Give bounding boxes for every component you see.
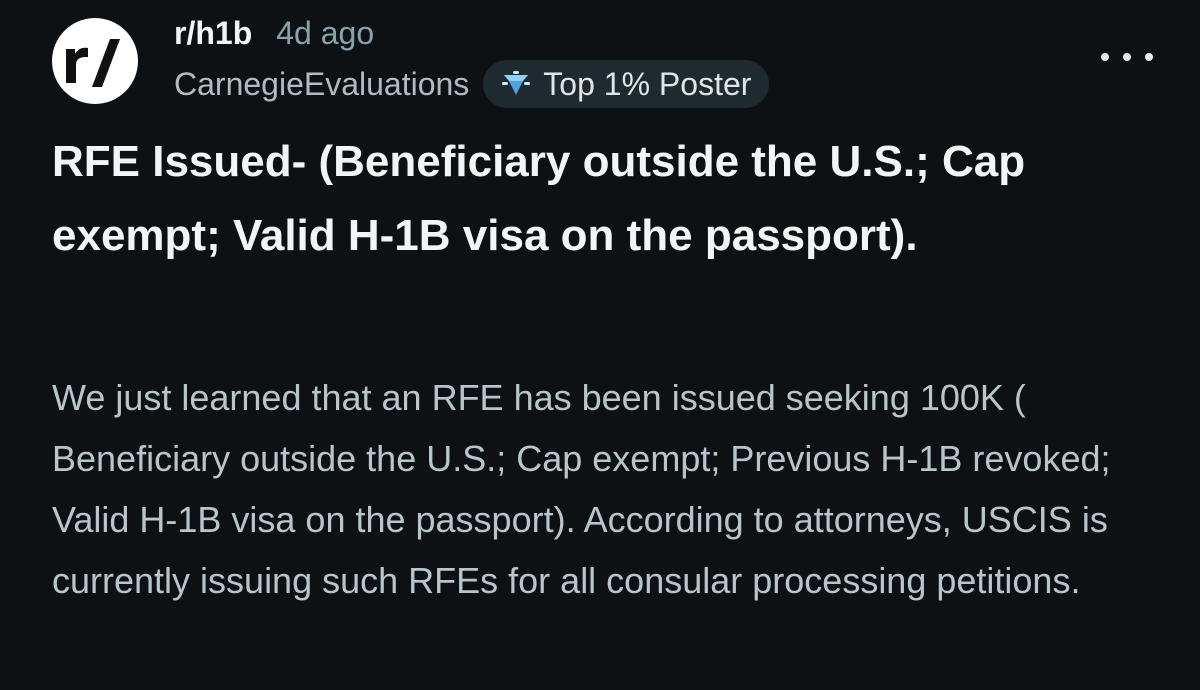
post-header: r/h1b 4d ago CarnegieEvaluations Top 1% …	[52, 10, 1153, 110]
more-options-icon[interactable]	[1101, 42, 1153, 72]
diamond-badge-icon	[499, 69, 533, 99]
author-username[interactable]: CarnegieEvaluations	[174, 66, 469, 103]
post-title[interactable]: RFE Issued- (Beneficiary outside the U.S…	[52, 125, 1162, 273]
flair-label: Top 1% Poster	[543, 65, 752, 102]
more-dot	[1145, 53, 1153, 61]
subreddit-avatar[interactable]	[52, 18, 138, 104]
reddit-r-slash-logo-icon	[66, 39, 120, 87]
more-dot	[1101, 53, 1109, 61]
post-card[interactable]: r/h1b 4d ago CarnegieEvaluations Top 1% …	[0, 0, 1200, 690]
subreddit-name[interactable]: r/h1b	[174, 10, 252, 56]
meta-row-author: CarnegieEvaluations Top 1% Poster	[174, 58, 770, 110]
post-body: We just learned that an RFE has been iss…	[52, 377, 1111, 601]
user-flair-badge: Top 1% Poster	[483, 60, 770, 108]
more-dot	[1123, 53, 1131, 61]
post-meta: r/h1b 4d ago CarnegieEvaluations Top 1% …	[174, 10, 770, 110]
post-timestamp: 4d ago	[276, 15, 375, 51]
meta-row-subreddit: r/h1b 4d ago	[174, 10, 769, 56]
